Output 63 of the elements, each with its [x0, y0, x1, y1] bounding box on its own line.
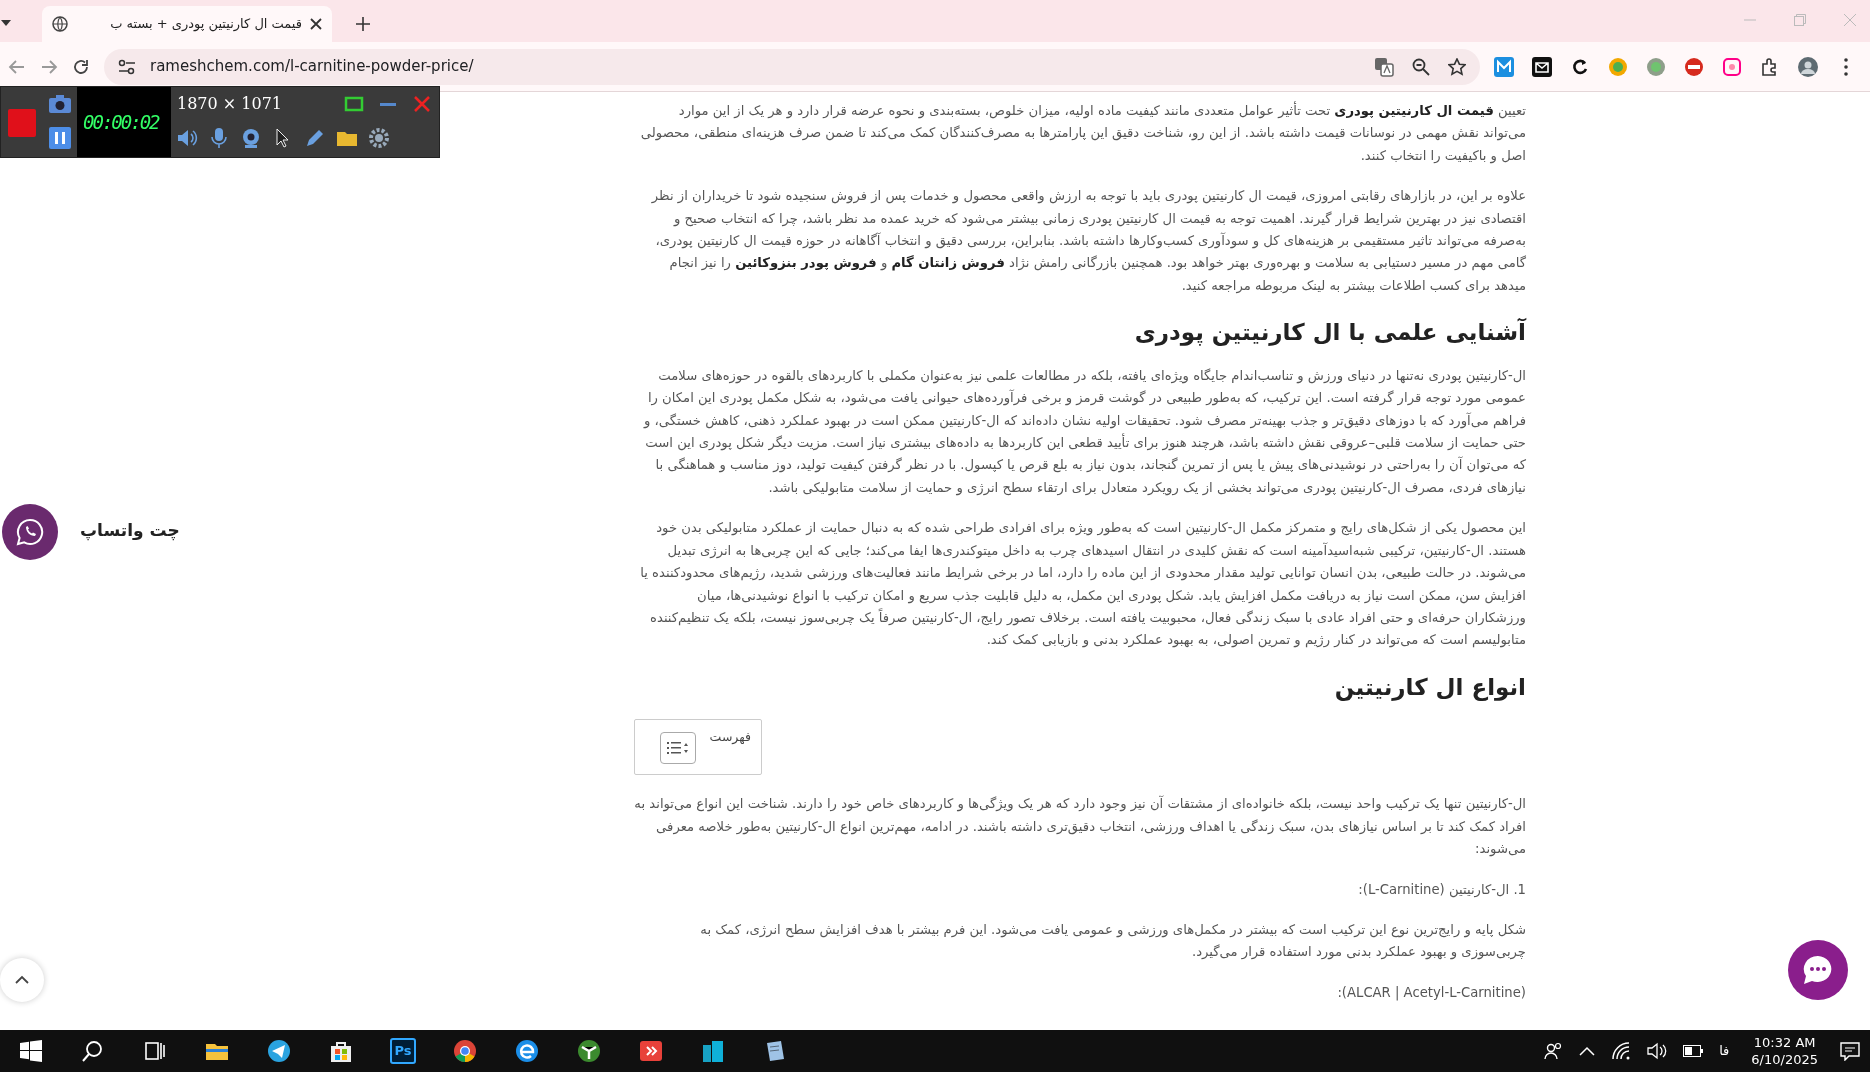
paragraph: 1. ال-کارنیتین (L-Carnitine):	[1357, 880, 1526, 900]
back-arrow-icon[interactable]	[8, 57, 26, 76]
edge-icon[interactable]	[515, 1039, 539, 1063]
paragraph: شکل پایه و رایج‌ترین نوع این ترکیب است که بیشتر در مکمل‌های ورزشی و عمومی یافت می‌شود. این فرم بیشتر با هدف افزایش سطح انرژی، کمک به چربی‌سوزی و بهبود عملکرد بدنی مورد استفاده قرار می‌گیرد.	[699, 920, 1526, 962]
paragraph: این محصول یکی از شکل‌های رایج و متمرکز مکمل ال-کارنیتین است که به‌طور ویژه برای افرادی طراحی شده که به دنبال حمایت از عملکرد متابولیکی بدن خود هستند. ال-کارنیتین، ترکیبی شبه‌اسیدآمینه است که نقش کلیدی در انتقال اسیدهای چرب به داخل میتوکندری‌ها ایفا می‌کند؛ جایی که این چربی‌ها به انرژی تبدیل می‌شوند. در حالت طبیعی، بدن انسان توانایی تولید مقدار محدودی از این ماده را دارد، اما در برخی شرایط مانند فعالیت‌های ورزشی شدید، رژیم‌های محدودکننده یا افزایش سن، ممکن است نیاز به دریافت مکمل افزایش یابد. شکل پودری این مکمل، به دلیل قابلیت جذب سریع و امکان ترکیب با انواع نوشیدنی‌ها، میان ورزشکاران حرفه‌ای و حتی افراد عادی با سبک زندگی فعال، محبوبیت یافته است. برخلاف تصور رایج، ال-کارنیتین صرفاً یک چربی‌سوز نیست، بلکه یک تنظیم‌کننده متابولیسم است که می‌تواند در کنار رژیم و تمرین اصولی، به بهبود عملکرد بدنی و بازیابی کمک کند.	[639, 519, 1526, 650]
pencil-icon[interactable]	[304, 127, 326, 149]
avatar-icon[interactable]	[1798, 56, 1818, 77]
close-icon[interactable]	[310, 18, 322, 30]
list-icon	[666, 741, 689, 756]
chrome-icon[interactable]	[453, 1039, 477, 1063]
wifi-icon[interactable]	[1611, 1042, 1632, 1060]
m-extension-icon[interactable]	[1494, 56, 1514, 77]
dropdown-caret-icon[interactable]	[0, 18, 12, 28]
notification-icon[interactable]	[1840, 1041, 1860, 1061]
recording-timer: 00:00:02	[77, 87, 171, 157]
people-icon[interactable]	[1543, 1041, 1564, 1061]
toc-title: فهرست	[709, 728, 751, 747]
settings-icon[interactable]	[368, 127, 390, 149]
reload-icon[interactable]	[72, 57, 90, 76]
square-extension-icon[interactable]	[1722, 56, 1742, 77]
chevron-up-icon[interactable]	[1579, 1046, 1596, 1056]
input-language-indicator[interactable]: فا	[1719, 1041, 1730, 1061]
section-heading: آشنایی علمی با ال کارنیتین پودری	[1133, 319, 1526, 347]
chevron-up-icon	[15, 975, 29, 985]
double-chevron-app-icon[interactable]	[639, 1039, 663, 1063]
browser-tab[interactable]: قیمت ال کارنیتین پودری + بسته ب	[42, 6, 332, 42]
chat-phone-icon	[16, 518, 44, 546]
paper-plane-icon[interactable]	[267, 1039, 291, 1063]
speaker-icon[interactable]	[176, 127, 198, 149]
chat-button[interactable]	[1788, 940, 1848, 1000]
microphone-icon[interactable]	[208, 127, 230, 149]
volume-icon[interactable]	[1647, 1042, 1668, 1060]
envelope-extension-icon[interactable]	[1532, 56, 1552, 77]
section-heading: انواع ال کارنیتین	[1333, 673, 1526, 702]
shopping-bag-icon[interactable]	[329, 1039, 353, 1063]
new-tab-icon[interactable]	[356, 17, 370, 31]
camera-icon[interactable]	[48, 94, 72, 114]
address-bar[interactable]: rameshchem.com/l-carnitine-powder-price/	[104, 48, 1480, 85]
forward-arrow-icon[interactable]	[40, 57, 58, 76]
zoom-icon[interactable]	[1412, 57, 1430, 76]
search-icon[interactable]	[81, 1039, 105, 1063]
tab-title: قیمت ال کارنیتین پودری + بسته ب	[109, 15, 302, 34]
clock[interactable]: 10:32 AM 6/10/2025	[1745, 1034, 1824, 1068]
toc-toggle-button[interactable]	[659, 732, 696, 765]
whatsapp-button[interactable]	[2, 504, 58, 560]
translate-icon[interactable]	[1374, 56, 1394, 77]
whatsapp-label: چت واتساپ	[80, 519, 180, 543]
paragraph: علاوه بر این، در بازارهای رقابتی امروزی، قیمت ال کارنیتین پودری باید با توجه به ارزش واقعی محصول و خدمات پس از فروش سنجیده شود تا خریداران از نظر اقتصادی نیز در بهترین شرایط قرار گیرند. اهمیت توجه به قیمت ال کارنیتین پودری زمانی بیشتر می‌شود که خرید عمده مد نظر باشد، چرا که انتخاب صحیح و به‌صرفه می‌تواند تاثیر مستقیمی بر هزینه‌های کل و سودآوری کسب‌وکارها داشته باشد. بنابراین، بررسی دقیق و انتخاب آگاهانه در حوزه قیمت ال کارنیتین پودری، گامی مهم در مسیر دستیابی به سلامت و بهره‌وری بهتر خواهد بود. همچنین بازرگانی رامش نژاد فروش زانتان گام و فروش پودر بنزوکائین را نیز انجام میدهد برای کسب اطلاعات بیشتر به لینک مربوطه مراجعه کنید.	[650, 187, 1526, 296]
windows-logo-icon[interactable]	[19, 1039, 43, 1063]
pause-icon[interactable]	[49, 127, 71, 149]
task-view-icon[interactable]	[143, 1039, 167, 1063]
paragraph: ال-کارنیتین پودری نه‌تنها در دنیای ورزش و تناسب‌اندام جایگاه ویژه‌ای یافته، بلکه در مطالعات علمی نیز به‌عنوان مکملی با کاربردهای بالقوه در حوزه‌های سلامت عمومی مورد توجه قرار گرفته است. این ترکیب، که به‌طور طبیعی در گوشت قرمز و برخی فرآورده‌های حیوانی یافت می‌شود، به شکل مکمل پودری این امکان را فراهم می‌آورد که با دوزهای دقیق‌تر و جذب بهینه‌تر مصرف شود. تحقیقات اولیه نشان داده‌اند که ال-کارنیتین ممکن است در بهبود عملکرد ذهنی، کاهش خستگی، و حتی حمایت از سلامت قلبی–عروقی نقش داشته باشد، هرچند هنوز برای تأیید قطعی این کاربردها به داده‌های بیشتری نیاز است. مزیت دیگر شکل پودری این است که می‌توان آن را به‌راحتی در نوشیدنی‌های پیش یا پس از تمرین گنجاند، بدون نیاز به بلع قرص یا کپسول. با در نظر گرفتن کیفیت تولید، دوز مناسب و هماهنگی با نیازهای فردی، مصرف ال-کارنیتین پودری می‌تواند بخشی از یک رویکرد متعادل برای ارتقاء سطح انرژی و حمایت از سلامت متابولیکی باشد.	[642, 366, 1526, 498]
webcam-icon[interactable]	[240, 127, 262, 149]
globe-icon	[52, 16, 68, 32]
paragraph: ال-کارنیتین تنها یک ترکیب واحد نیست، بلکه خانواده‌ای از مشتقات آن نیز وجود دارد که هر یک ویژگی‌ها و کاربردهای خاص خود را دارند. شناخت این انواع می‌تواند به افراد کمک کند تا بر اساس نیازهای بدن، سبک زندگی یا اهداف ورزشی، انتخاب دقیق‌تری داشته باشند. در ادامه، مهم‌ترین انواع ال-کارنیتین به‌طور خلاصه معرفی می‌شوند:	[634, 794, 1526, 859]
circle-extension-icon[interactable]	[1646, 56, 1666, 77]
url-text: rameshchem.com/l-carnitine-powder-price/	[150, 56, 474, 78]
battery-icon[interactable]	[1683, 1045, 1704, 1057]
paragraph: (ALCAR | Acetyl-L-Carnitine):	[1336, 983, 1526, 1003]
site-settings-icon[interactable]	[118, 58, 136, 75]
star-icon[interactable]	[1448, 57, 1466, 76]
paragraph: تعیین قیمت ال کارنیتین پودری تحت تأثیر عوامل متعددی مانند کیفیت ماده اولیه، میزان خلوص، بسته‌بندی و نحوه عرضه قرار دارد و هر یک از این موارد می‌تواند نقش مهمی در نوسانات قیمت داشته باشد. از این رو، شناخت دقیق این پارامترها به مصرف‌کنندگان کمک می‌کند تا ضمن صرف هزینه‌ای منطقی، محصولی اصل و باکیفیت را انتخاب کنند.	[639, 100, 1526, 166]
resolution-label: 1870 × 1071	[176, 93, 283, 115]
